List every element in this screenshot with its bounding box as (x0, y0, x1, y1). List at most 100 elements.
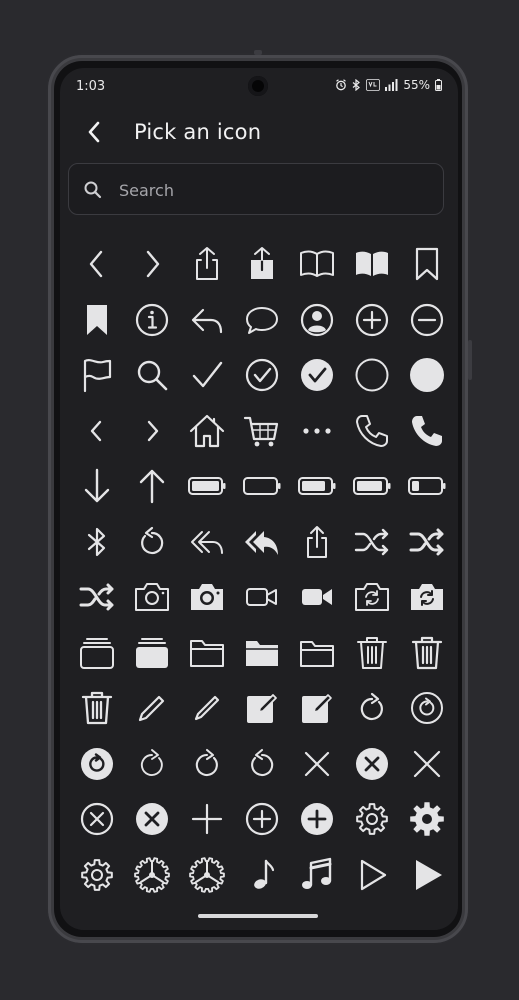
icon-option-check-circle-filled[interactable] (293, 351, 341, 399)
icon-option-chevron-left[interactable] (73, 240, 121, 288)
icon-option-folder-outline[interactable] (183, 629, 231, 677)
icon-option-xmark-circle-filled-2[interactable] (128, 795, 176, 843)
icon-option-info-circle[interactable] (128, 296, 176, 344)
icon-option-video-outline[interactable] (238, 573, 286, 621)
status-bar: 1:03 55% (60, 68, 458, 106)
icon-option-stack-outline[interactable] (73, 629, 121, 677)
home-indicator[interactable] (198, 914, 318, 918)
icon-option-reply-all-filled[interactable] (238, 518, 286, 566)
icon-option-share-outline[interactable] (183, 240, 231, 288)
icon-option-bookmark-outline[interactable] (403, 240, 451, 288)
rotate-right-icon (360, 692, 383, 721)
icon-option-trash-medium[interactable] (403, 629, 451, 677)
icon-option-edit-square[interactable] (238, 684, 286, 732)
icon-option-music-notes[interactable] (293, 851, 341, 899)
icon-option-gear-wheel[interactable] (128, 851, 176, 899)
icon-option-circle-outline[interactable] (348, 351, 396, 399)
icon-option-phone-outline[interactable] (348, 407, 396, 455)
icon-option-person-circle[interactable] (293, 296, 341, 344)
icon-option-chevron-left-small[interactable] (73, 407, 121, 455)
icon-option-check-circle[interactable] (238, 351, 286, 399)
icon-option-reply-all[interactable] (183, 518, 231, 566)
icon-option-bookmark-filled[interactable] (73, 296, 121, 344)
icon-option-pencil-thin[interactable] (183, 684, 231, 732)
icon-option-plus-circle[interactable] (348, 296, 396, 344)
icon-option-rotate-right[interactable] (348, 684, 396, 732)
icon-option-camera-rotate[interactable] (348, 573, 396, 621)
icon-option-rotate-left[interactable] (128, 518, 176, 566)
icon-option-camera-outline[interactable] (128, 573, 176, 621)
icon-option-camera-rotate-filled[interactable] (403, 573, 451, 621)
icon-option-chat-bubble[interactable] (238, 296, 286, 344)
icon-option-gear-filled[interactable] (403, 795, 451, 843)
icon-option-shuffle[interactable] (348, 518, 396, 566)
bluetooth-icon (87, 527, 106, 556)
app-header: Pick an icon (60, 108, 458, 158)
icon-option-video-filled[interactable] (293, 573, 341, 621)
icon-option-phone-filled[interactable] (403, 407, 451, 455)
icon-option-minus-circle[interactable] (403, 296, 451, 344)
icon-option-arrow-up[interactable] (128, 462, 176, 510)
icon-option-play-outline[interactable] (348, 851, 396, 899)
icon-option-camera-filled[interactable] (183, 573, 231, 621)
icon-option-trash-bold[interactable] (73, 684, 121, 732)
search-box[interactable] (68, 163, 444, 215)
icon-option-cart[interactable] (238, 407, 286, 455)
icon-option-edit-square-light[interactable] (293, 684, 341, 732)
icon-option-plus[interactable] (183, 795, 231, 843)
icon-row (65, 518, 450, 568)
icon-option-rotate-right-circle-filled[interactable] (73, 740, 121, 788)
share-outline-icon (196, 247, 218, 280)
icon-option-trash-outline[interactable] (348, 629, 396, 677)
icon-option-xmark[interactable] (293, 740, 341, 788)
icon-option-ellipsis[interactable] (293, 407, 341, 455)
icon-option-share-filled[interactable] (238, 240, 286, 288)
icon-option-chevron-right[interactable] (128, 240, 176, 288)
icon-option-plus-circle-outline[interactable] (238, 795, 286, 843)
icon-option-gear-thin[interactable] (73, 851, 121, 899)
person-circle-icon (300, 303, 334, 336)
icon-option-xmark-large[interactable] (403, 740, 451, 788)
check-circle-icon (245, 358, 279, 392)
icon-option-gear-outline[interactable] (348, 795, 396, 843)
music-note-icon (254, 859, 275, 889)
icon-option-play-filled[interactable] (403, 851, 451, 899)
icon-option-magnifier[interactable] (128, 351, 176, 399)
search-input[interactable] (117, 176, 421, 204)
icon-option-pencil[interactable] (128, 684, 176, 732)
icon-row (65, 573, 450, 623)
edit-square-icon (247, 694, 277, 723)
circle-filled-icon (410, 358, 444, 392)
icon-option-chevron-right-small[interactable] (128, 407, 176, 455)
icon-option-flag[interactable] (73, 351, 121, 399)
icon-option-house[interactable] (183, 407, 231, 455)
icon-option-xmark-circle[interactable] (73, 795, 121, 843)
icon-option-arrow-down[interactable] (73, 462, 121, 510)
icon-option-battery-75[interactable] (293, 462, 341, 510)
icon-option-folder-filled[interactable] (238, 629, 286, 677)
icon-option-battery-full[interactable] (183, 462, 231, 510)
icon-option-battery-50[interactable] (348, 462, 396, 510)
icon-option-circle-filled[interactable] (403, 351, 451, 399)
icon-option-rotate-right-thin[interactable] (128, 740, 176, 788)
icon-option-music-note[interactable] (238, 851, 286, 899)
back-button[interactable] (76, 114, 112, 150)
icon-option-rotate-left-alt[interactable] (238, 740, 286, 788)
icon-option-book-outline[interactable] (293, 240, 341, 288)
icon-option-shuffle-bold[interactable] (403, 518, 451, 566)
icon-option-plus-circle-filled[interactable] (293, 795, 341, 843)
icon-option-stack-filled[interactable] (128, 629, 176, 677)
icon-option-xmark-circle-filled[interactable] (348, 740, 396, 788)
icon-option-checkmark[interactable] (183, 351, 231, 399)
icon-option-battery-empty[interactable] (238, 462, 286, 510)
icon-option-share-small[interactable] (293, 518, 341, 566)
icon-option-folder-small[interactable] (293, 629, 341, 677)
icon-option-battery-25[interactable] (403, 462, 451, 510)
icon-option-shuffle-alt[interactable] (73, 573, 121, 621)
icon-option-bluetooth[interactable] (73, 518, 121, 566)
icon-option-rotate-right-alt[interactable] (183, 740, 231, 788)
icon-option-book-filled[interactable] (348, 240, 396, 288)
icon-option-gear-wheel-alt[interactable] (183, 851, 231, 899)
icon-option-rotate-right-circle[interactable] (403, 684, 451, 732)
icon-option-reply[interactable] (183, 296, 231, 344)
